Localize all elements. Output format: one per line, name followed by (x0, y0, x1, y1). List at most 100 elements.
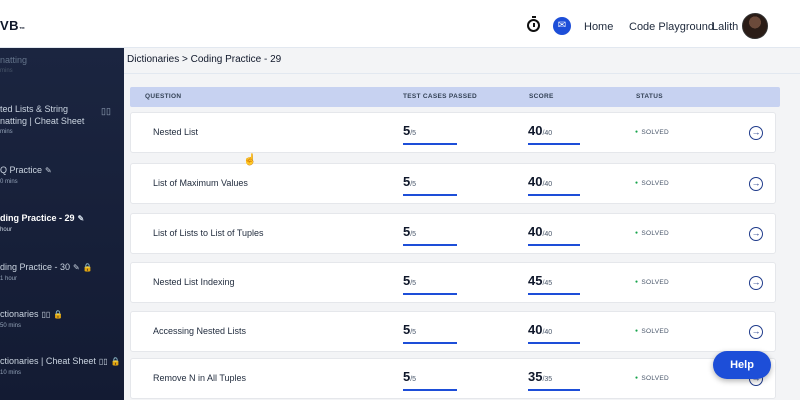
nav-code-playground-link[interactable]: Code Playground (629, 21, 714, 33)
sidebar-item-duration: hour (0, 227, 13, 233)
status-badge: SOLVED (635, 129, 669, 136)
user-name[interactable]: Lalith (712, 21, 738, 33)
question-title: List of Maximum Values (153, 178, 248, 188)
test-cases-passed: 5/5 (403, 123, 416, 138)
status-badge: SOLVED (635, 180, 669, 187)
score: 35/35 (528, 369, 552, 384)
help-button[interactable]: Help (713, 351, 771, 379)
score-bar (528, 194, 580, 196)
score: 45/45 (528, 273, 552, 288)
test-cases-passed: 5/5 (403, 224, 416, 239)
score-bar (528, 244, 580, 246)
score-value: 45 (528, 273, 543, 288)
nav-home-link[interactable]: Home (584, 21, 613, 33)
logo[interactable]: VB™ (0, 18, 26, 33)
sidebar-item-coding-practice-30[interactable]: ding Practice - 30 ✎ 🔒 1 hour (0, 261, 124, 282)
sidebar-item-label: ding Practice - 29 (0, 213, 75, 223)
lock-icon: 🔒 (53, 310, 64, 319)
sidebar-item-label: ding Practice - 30 (0, 262, 71, 272)
sidebar-item-label: Q Practice (0, 165, 43, 175)
table-row[interactable]: List of Maximum Values 5/5 40/40 SOLVED … (130, 163, 776, 204)
sidebar-item-dictionaries[interactable]: ctionaries ▯▯ 🔒 50 mins (0, 308, 124, 329)
arrow-right-circle-icon[interactable]: → (749, 227, 763, 241)
test-cases-passed: 5/5 (403, 369, 416, 384)
score: 40/40 (528, 322, 552, 337)
column-header-test-cases: TEST CASES PASSED (403, 93, 477, 100)
sidebar-item-coding-practice-29[interactable]: ding Practice - 29 ✎ hour (0, 212, 124, 233)
test-cases-bar (403, 293, 457, 295)
total-count: /5 (410, 130, 417, 137)
status-badge: SOLVED (635, 375, 669, 382)
question-title: Accessing Nested Lists (153, 326, 247, 336)
stopwatch-icon[interactable] (527, 16, 540, 32)
sidebar-item-label: ctionaries | Cheat Sheet (0, 356, 96, 366)
score-value: 40 (528, 224, 543, 239)
arrow-right-circle-icon[interactable]: → (749, 276, 763, 290)
score-max: /35 (542, 376, 553, 383)
table-row[interactable]: Nested List Indexing 5/5 45/45 SOLVED → (130, 262, 776, 303)
top-navbar: VB™ ✉ Home Code Playground Lalith (0, 0, 800, 48)
score-max: /40 (542, 181, 553, 188)
test-cases-passed: 5/5 (403, 174, 416, 189)
mouse-cursor-icon: ☝ (243, 154, 257, 166)
sidebar-item-formatting[interactable]: natting mins (0, 54, 124, 74)
score-value: 40 (528, 123, 543, 138)
score-max: /40 (542, 231, 553, 238)
breadcrumb[interactable]: Dictionaries > Coding Practice - 29 (127, 54, 281, 65)
score: 40/40 (528, 224, 552, 239)
sidebar-item-duration: 10 mins (0, 370, 22, 376)
score-bar (528, 143, 580, 145)
sidebar-item-dictionaries-cheat-sheet[interactable]: ctionaries | Cheat Sheet ▯▯ 🔒 10 mins (0, 355, 124, 376)
arrow-right-circle-icon[interactable]: → (749, 126, 763, 140)
total-count: /5 (410, 329, 417, 336)
sidebar-item-duration: mins (0, 129, 13, 135)
score-bar (528, 293, 580, 295)
score-bar (528, 342, 580, 344)
sidebar-item-duration: 0 mins (0, 179, 18, 185)
arrow-right-circle-icon[interactable]: → (749, 177, 763, 191)
total-count: /5 (410, 231, 417, 238)
score: 40/40 (528, 174, 552, 189)
score-value: 35 (528, 369, 543, 384)
table-row[interactable]: Remove N in All Tuples 5/5 35/35 SOLVED … (130, 358, 776, 399)
test-cases-passed: 5/5 (403, 273, 416, 288)
score-max: /40 (542, 329, 553, 336)
sidebar-item-duration: 1 hour (0, 276, 18, 282)
score-bar (528, 389, 580, 391)
logo-text: VB (0, 18, 20, 33)
chat-icon[interactable]: ✉ (553, 17, 571, 35)
status-badge: SOLVED (635, 328, 669, 335)
pencil-icon: ✎ (45, 166, 52, 175)
status-badge: SOLVED (635, 279, 669, 286)
status-badge: SOLVED (635, 230, 669, 237)
book-icon: ▯▯ (98, 357, 108, 366)
question-title: List of Lists to List of Tuples (153, 228, 264, 238)
sidebar-item-duration: mins (0, 68, 13, 74)
table-row[interactable]: Nested List 5/5 40/40 SOLVED → (130, 112, 776, 153)
test-cases-bar (403, 194, 457, 196)
sidebar-item-label: ctionaries (0, 309, 39, 319)
arrow-right-circle-icon[interactable]: → (749, 325, 763, 339)
pencil-icon: ✎ (77, 214, 85, 223)
sidebar-item-duration: 50 mins (0, 323, 22, 329)
book-icon: ▯▯ (41, 310, 51, 319)
column-header-status: STATUS (636, 93, 663, 100)
table-row[interactable]: List of Lists to List of Tuples 5/5 40/4… (130, 213, 776, 254)
table-header: QUESTION TEST CASES PASSED SCORE STATUS (130, 87, 780, 107)
total-count: /5 (410, 181, 417, 188)
avatar[interactable] (742, 13, 768, 39)
total-count: /5 (410, 280, 417, 287)
score-value: 40 (528, 322, 543, 337)
sidebar-item-mcq-practice[interactable]: Q Practice ✎ 0 mins (0, 164, 124, 185)
question-title: Remove N in All Tuples (153, 373, 247, 383)
question-title: Nested List Indexing (153, 277, 235, 287)
divider (124, 73, 800, 74)
test-cases-bar (403, 342, 457, 344)
table-row[interactable]: Accessing Nested Lists 5/5 40/40 SOLVED … (130, 311, 776, 352)
score-max: /45 (542, 280, 553, 287)
total-count: /5 (410, 376, 417, 383)
test-cases-bar (403, 244, 457, 246)
lock-icon: 🔒 (82, 263, 93, 272)
test-cases-bar (403, 143, 457, 145)
test-cases-bar (403, 389, 457, 391)
